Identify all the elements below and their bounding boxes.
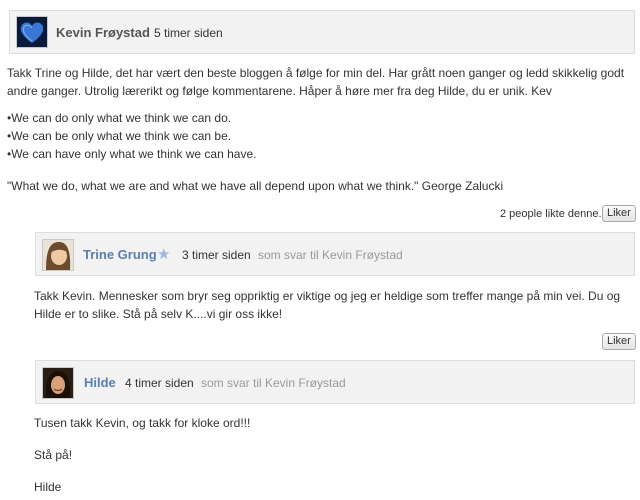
comment-text: Tusen takk Kevin, og takk for kloke ord!… (34, 416, 251, 430)
comment-text: •We can have only what we think we can h… (7, 147, 257, 161)
like-count[interactable]: 2 people likte denne. (500, 208, 602, 220)
comment-text: •We can be only what we think we can be. (7, 129, 232, 143)
comment-text: Stå på! (34, 448, 73, 462)
like-button[interactable]: Liker (602, 333, 636, 350)
reply-to-note[interactable]: som svar til Kevin Frøystad (258, 248, 403, 262)
reply-to-note[interactable]: som svar til Kevin Frøystad (201, 376, 346, 390)
comment-text: Takk Kevin. Mennesker som bryr seg oppri… (34, 289, 621, 321)
comment-text: Takk Trine og Hilde, det har vært den be… (7, 66, 625, 98)
portrait-avatar-icon (43, 240, 73, 270)
avatar-trine[interactable] (42, 239, 74, 271)
comment-text: "What we do, what we are and what we hav… (7, 179, 504, 193)
heart-avatar-icon (17, 17, 47, 47)
star-icon: ★ (157, 246, 171, 263)
like-button[interactable]: Liker (602, 205, 636, 222)
avatar-hilde[interactable] (42, 367, 74, 399)
comment-header-hilde: Hilde 4 timer siden som svar til Kevin F… (35, 360, 635, 404)
author-name[interactable]: Kevin Frøystad (56, 25, 150, 40)
portrait-avatar-icon (43, 368, 73, 398)
comment-time[interactable]: 4 timer siden (125, 376, 194, 390)
author-name[interactable]: Hilde (84, 375, 116, 390)
comment-text: Hilde (34, 480, 62, 494)
comment-text: •We can do only what we think we can do. (7, 111, 232, 125)
avatar-kevin[interactable] (16, 16, 48, 48)
comment-time[interactable]: 5 timer siden (154, 26, 223, 40)
comment-time[interactable]: 3 timer siden (182, 248, 251, 262)
comment-header-kevin: Kevin Frøystad 5 timer siden (9, 10, 635, 54)
comment-header-trine: Trine Grung ★ 3 timer siden som svar til… (35, 232, 635, 276)
author-name[interactable]: Trine Grung (83, 247, 157, 262)
